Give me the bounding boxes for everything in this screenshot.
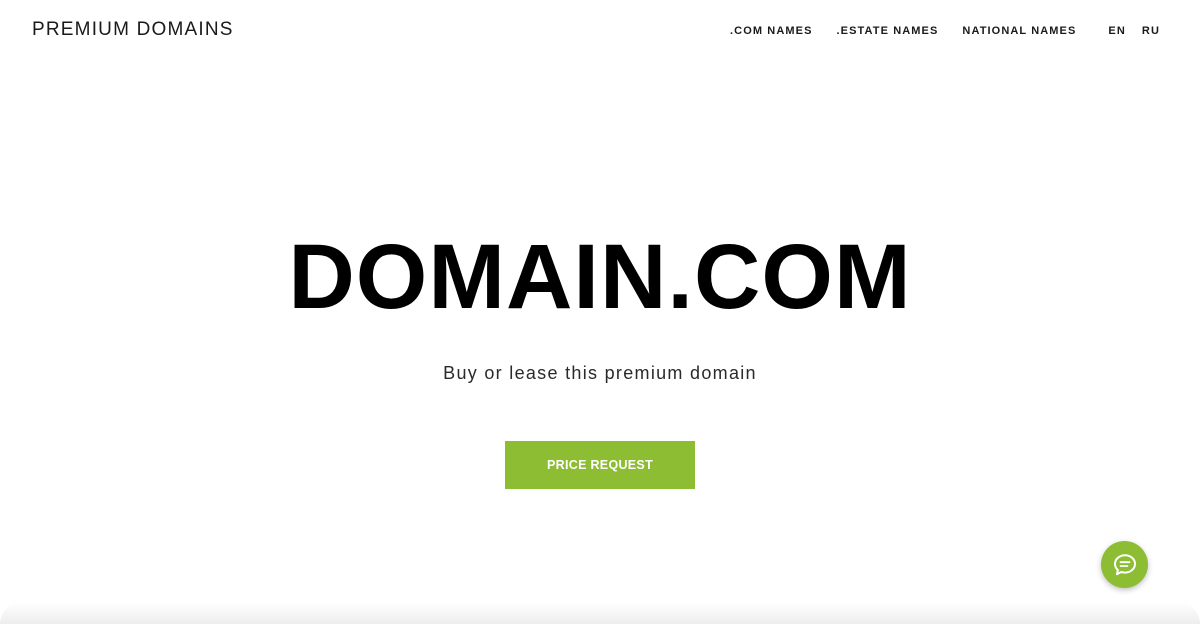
lang-ru[interactable]: RU (1142, 25, 1160, 37)
nav-estate-names[interactable]: .ESTATE NAMES (837, 25, 939, 37)
main-nav: .COM NAMES .ESTATE NAMES NATIONAL NAMES … (730, 25, 1160, 37)
hero-subtitle: Buy or lease this premium domain (443, 363, 757, 383)
chat-bubble-icon (1113, 553, 1136, 575)
domain-title: DOMAIN.COM (288, 226, 912, 328)
lang-en[interactable]: EN (1108, 25, 1125, 37)
price-request-label: PRICE REQUEST (547, 458, 653, 472)
price-request-button[interactable]: PRICE REQUEST (505, 441, 695, 489)
language-switcher: EN RU (1108, 25, 1160, 37)
nav-national-names[interactable]: NATIONAL NAMES (962, 25, 1076, 37)
chat-button[interactable] (1101, 541, 1148, 588)
page: PREMIUM DOMAINS .COM NAMES .ESTATE NAMES… (0, 0, 1200, 624)
nav-com-names[interactable]: .COM NAMES (730, 25, 813, 37)
bottom-edge-shadow (0, 602, 1200, 624)
brand-logo-link[interactable]: PREMIUM DOMAINS (32, 19, 234, 41)
